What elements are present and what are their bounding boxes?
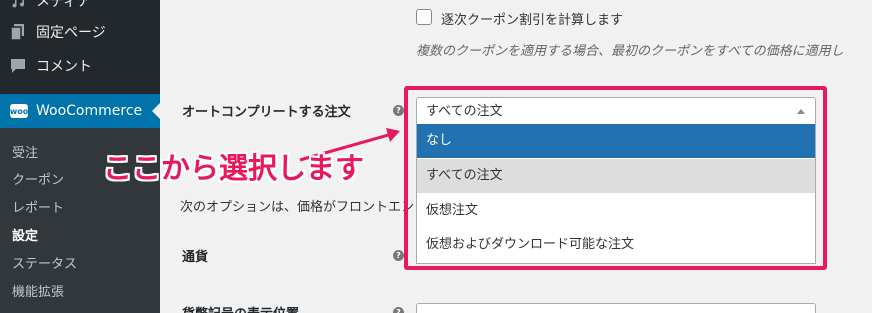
- sidebar-item-label: メディア: [36, 0, 92, 10]
- help-icon[interactable]: ?: [393, 250, 404, 261]
- sidebar-item-label: コメント: [36, 59, 92, 75]
- media-icon: [10, 0, 26, 9]
- currency-label: 通貨: [182, 250, 209, 265]
- sidebar-item-label: WooCommerce: [36, 103, 143, 119]
- currency-position-label: 貨幣記号の表示位置: [182, 303, 299, 313]
- submenu-item-orders[interactable]: 受注: [12, 142, 38, 161]
- annotation-text: ここから選択します: [103, 151, 365, 185]
- woocommerce-icon: woo: [10, 104, 28, 118]
- submenu-item-extensions[interactable]: 機能拡張: [12, 281, 64, 300]
- submenu-item-status[interactable]: ステータス: [12, 253, 77, 272]
- sidebar-item-woocommerce[interactable]: woo WooCommerce: [0, 94, 160, 128]
- sidebar-item-label: 固定ページ: [36, 25, 106, 41]
- sequential-coupon-checkbox[interactable]: [416, 9, 432, 25]
- pages-icon: [10, 24, 26, 40]
- submenu-item-coupons[interactable]: クーポン: [12, 169, 64, 188]
- annotation-highlight-frame: [404, 86, 827, 270]
- submenu-item-settings[interactable]: 設定: [12, 225, 38, 244]
- help-icon[interactable]: ?: [393, 105, 404, 116]
- autocomplete-orders-label: オートコンプリートする注文: [182, 105, 351, 120]
- sidebar-item-comments[interactable]: コメント: [0, 49, 160, 83]
- comments-icon: [10, 58, 26, 74]
- currency-position-select[interactable]: [416, 303, 816, 313]
- sidebar-item-pages[interactable]: 固定ページ: [0, 15, 160, 49]
- sequential-coupon-description: 複数のクーポンを適用する場合、最初のクーポンをすべての価格に適用し: [416, 44, 844, 59]
- current-menu-arrow: [152, 103, 160, 119]
- sequential-coupon-label: 逐次クーポン割引を計算します: [441, 13, 624, 28]
- currency-options-intro: 次のオプションは、価格がフロントエン: [180, 200, 415, 215]
- help-icon[interactable]: ?: [393, 307, 404, 313]
- submenu-item-reports[interactable]: レポート: [12, 197, 64, 216]
